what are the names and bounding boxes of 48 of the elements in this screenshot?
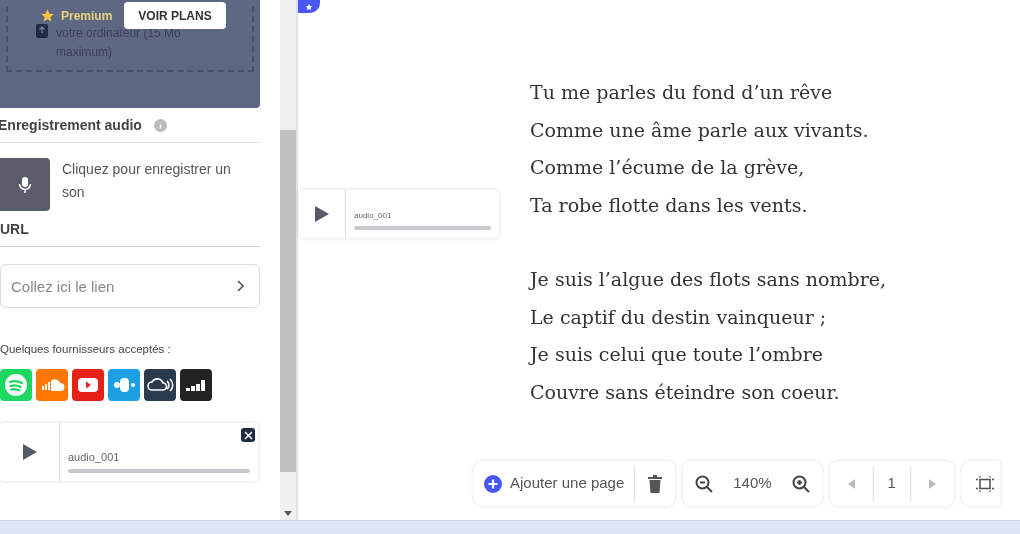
youtube-icon[interactable] xyxy=(72,368,104,403)
premium-label: Premium xyxy=(61,7,113,25)
close-button[interactable] xyxy=(241,428,255,443)
plus-icon xyxy=(484,474,502,493)
soundcloud-icon[interactable] xyxy=(36,368,68,403)
plans-button[interactable]: VOIR PLANS xyxy=(124,2,226,29)
fit-button[interactable] xyxy=(975,475,994,492)
poem-line: Comme l’écume de la grève, xyxy=(530,155,806,180)
upload-icon xyxy=(36,24,48,38)
play-icon xyxy=(22,444,37,461)
scroll-down-icon[interactable] xyxy=(284,511,292,516)
star-icon xyxy=(40,8,55,23)
star-icon xyxy=(305,2,313,11)
audio-name: audio_001 xyxy=(354,210,393,222)
zoom-in-icon xyxy=(791,474,810,493)
poem-line: Je suis l’algue des flots sans nombre, xyxy=(530,267,887,292)
scrollbar[interactable] xyxy=(280,0,296,520)
right-arrow-icon xyxy=(928,478,936,489)
record-hint: Cliquez pour enregistrer un son xyxy=(62,160,232,202)
providers-label: Quelques fournisseurs acceptés : xyxy=(0,342,172,357)
zoom-out-icon xyxy=(695,474,714,493)
close-icon xyxy=(243,430,253,440)
scrollbar-thumb[interactable] xyxy=(280,130,296,472)
url-field[interactable]: Collez ici le lien xyxy=(0,264,260,308)
play-icon xyxy=(315,206,329,222)
poem-line: Tu me parles du fond d’un rêve xyxy=(530,80,834,105)
crop-frame-icon xyxy=(975,475,994,492)
audio-name: audio_001 xyxy=(68,449,121,465)
poem-line: Couvre sans éteindre son coeur. xyxy=(530,379,841,405)
zoom-out-button[interactable] xyxy=(695,474,714,493)
chevron-icon[interactable] xyxy=(236,280,244,292)
cloud-icon[interactable] xyxy=(144,368,176,403)
section-title: URL xyxy=(0,220,29,239)
corner-tab[interactable] xyxy=(298,0,320,13)
record-button[interactable] xyxy=(0,158,50,211)
add-page-button[interactable]: Ajouter une page xyxy=(484,466,636,501)
zoom-in-button[interactable] xyxy=(791,474,810,493)
info-icon xyxy=(153,119,167,132)
trash-icon xyxy=(647,474,664,493)
poem-line: Je suis celui que toute l’ombre xyxy=(530,342,825,367)
zoom-level: 140% xyxy=(733,473,772,494)
page-number: 1 xyxy=(886,473,897,494)
poem-line: Comme une âme parle aux vivants. xyxy=(530,117,870,143)
poem-line: Le captif du destin vainqueur ; xyxy=(530,304,828,330)
deezer-icon[interactable] xyxy=(180,368,212,403)
poem-line: Ta robe flotte dans les vents. xyxy=(530,192,809,218)
left-arrow-icon xyxy=(847,478,855,489)
microphone-icon xyxy=(18,175,32,194)
